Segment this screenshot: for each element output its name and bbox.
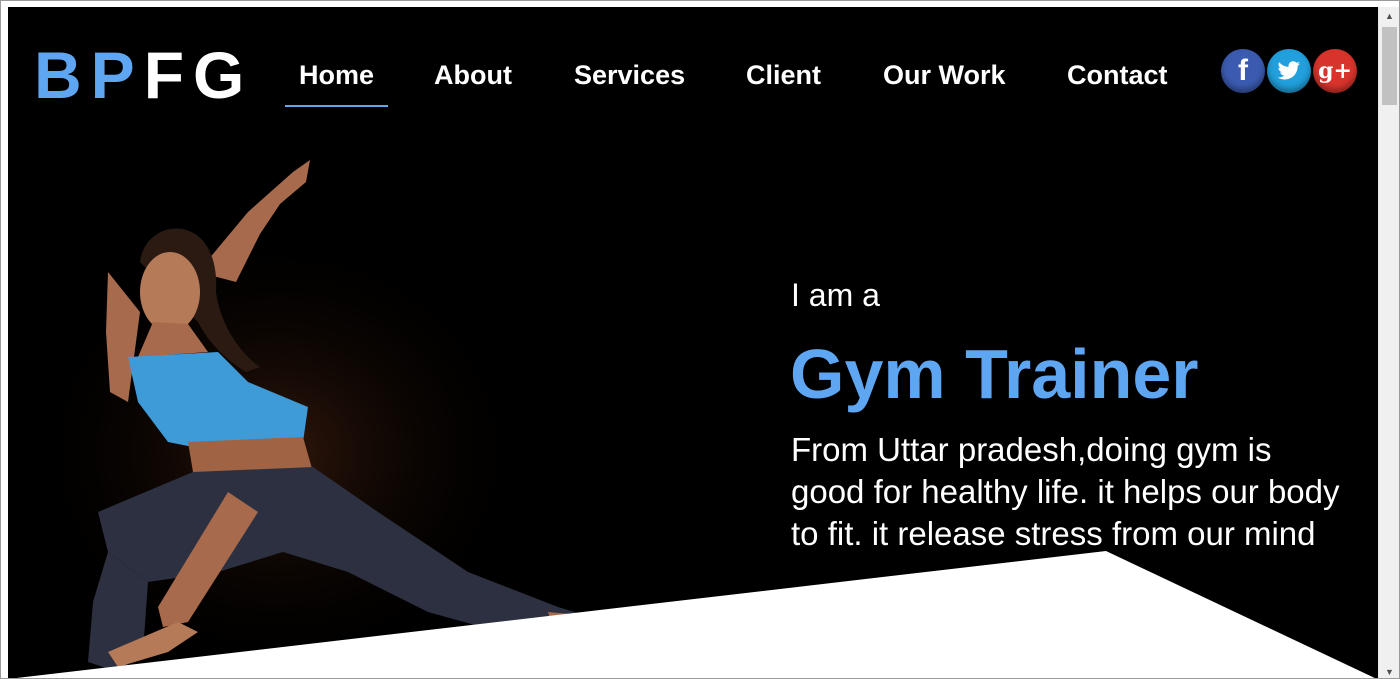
hero-intro: I am a [791, 277, 880, 313]
logo-part-blue: BP [34, 38, 144, 112]
site-logo[interactable]: BPFG [34, 37, 253, 113]
nav-home[interactable]: Home [284, 57, 389, 107]
nav-our-work[interactable]: Our Work [883, 57, 1006, 93]
hero-section: BPFG Home About Services Client Our Work… [8, 7, 1379, 678]
hero-headline: Gym Trainer [790, 335, 1199, 413]
nav-client[interactable]: Client [746, 57, 821, 93]
twitter-icon[interactable] [1267, 49, 1311, 93]
scroll-up-arrow-icon[interactable]: ▲ [1379, 7, 1399, 24]
scroll-thumb[interactable] [1382, 27, 1397, 105]
nav-services[interactable]: Services [574, 57, 685, 93]
vertical-scrollbar[interactable]: ▲ ▼ [1378, 7, 1399, 678]
logo-part-white: FG [143, 38, 254, 112]
google-plus-icon[interactable]: g+ [1313, 49, 1357, 93]
nav-about[interactable]: About [434, 57, 512, 93]
twitter-bird-icon [1277, 61, 1300, 80]
scroll-down-arrow-icon[interactable]: ▼ [1379, 663, 1399, 678]
athlete-image [48, 160, 608, 678]
nav-contact[interactable]: Contact [1067, 57, 1168, 93]
facebook-icon[interactable]: f [1221, 49, 1265, 93]
social-links: f g+ [1219, 49, 1357, 93]
hero-description: From Uttar pradesh,doing gym is good for… [791, 431, 1340, 552]
browser-viewport: BPFG Home About Services Client Our Work… [0, 0, 1400, 679]
